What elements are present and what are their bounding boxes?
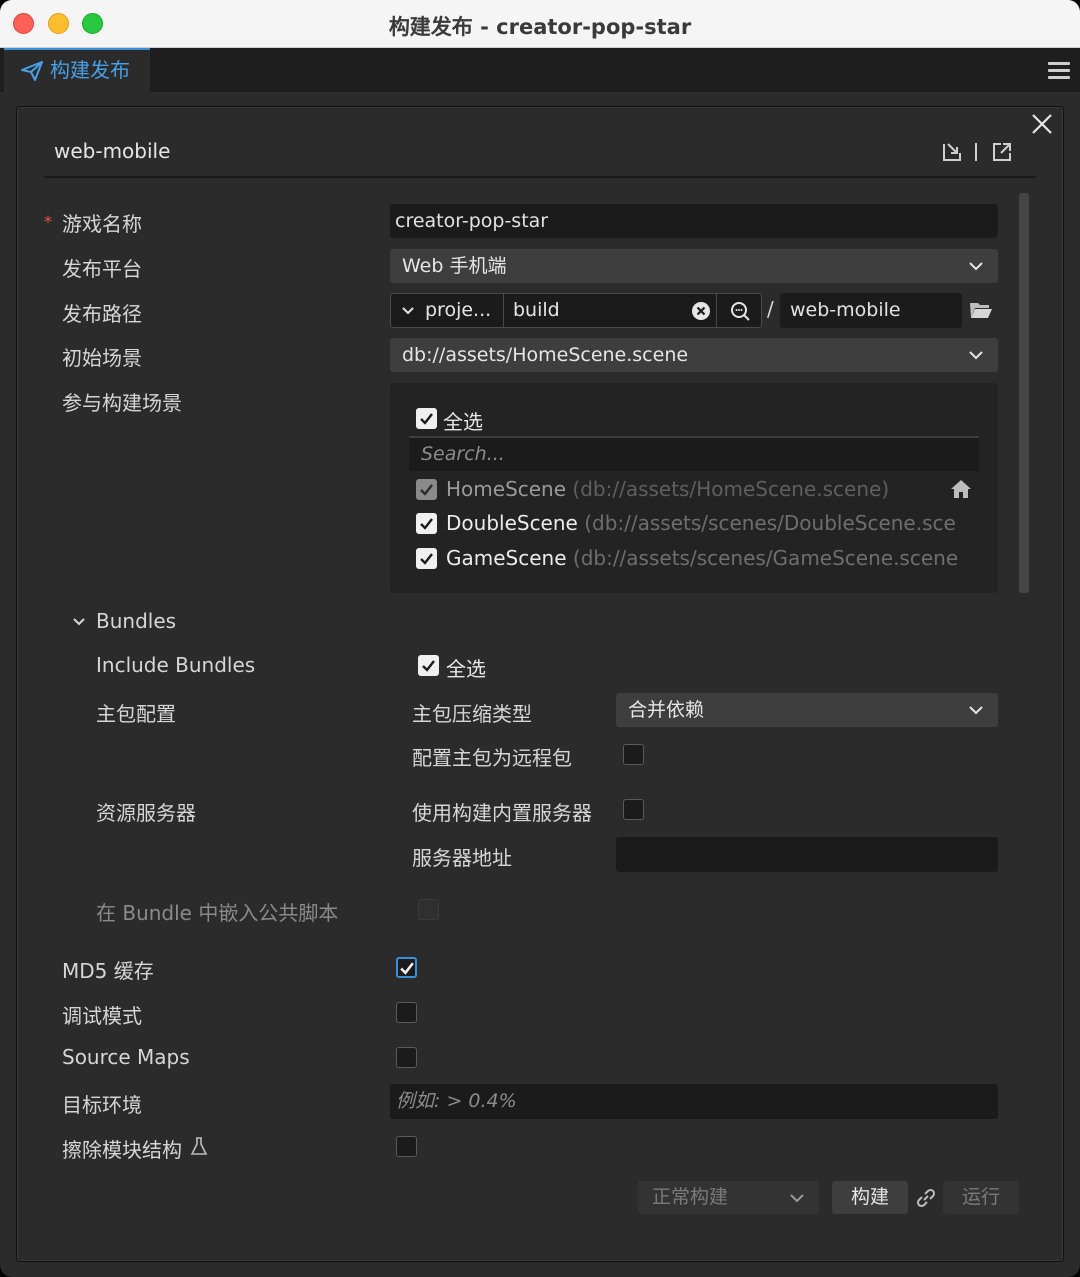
- required-marker: *: [44, 212, 52, 231]
- compress-type-value: 合并依赖: [628, 699, 705, 721]
- header-divider: [975, 143, 977, 161]
- checkmark-icon: [420, 413, 433, 425]
- start-scene-label: 初始场景: [62, 346, 142, 370]
- scene-path: (db://assets/scenes/DoubleScene.sce: [584, 511, 956, 535]
- checkmark-icon: [400, 962, 414, 975]
- compress-type-label: 主包压缩类型: [412, 702, 532, 726]
- scene-name: HomeScene: [446, 477, 567, 501]
- scene-path: (db://assets/scenes/GameScene.scene: [572, 546, 959, 570]
- start-scene-value: db://assets/HomeScene.scene: [402, 344, 689, 366]
- window-title: 构建发布 - creator-pop-star: [388, 15, 692, 39]
- scene-name: GameScene: [446, 546, 567, 570]
- md5-cache-label: MD5 缓存: [62, 959, 154, 983]
- platform-label: 发布平台: [62, 257, 142, 281]
- chevron-down-icon: [969, 706, 983, 715]
- checkmark-icon: [420, 484, 433, 496]
- scrollbar[interactable]: [1019, 193, 1029, 593]
- build-window: 构建发布 - creator-pop-star 构建发布 web-mobile …: [0, 0, 1080, 1277]
- menu-icon[interactable]: [1048, 62, 1070, 80]
- build-mode-value: 正常构建: [652, 1186, 729, 1208]
- path-separator: /: [767, 297, 774, 321]
- chevron-down-icon: [969, 262, 983, 271]
- scene-row: HomeScene (db://assets/HomeScene.scene): [446, 477, 889, 501]
- path-root-value: proje...: [425, 299, 492, 321]
- tab-label: 构建发布: [50, 58, 130, 82]
- compress-type-select[interactable]: 合并依赖: [616, 693, 998, 727]
- checkmark-icon: [420, 518, 433, 530]
- flask-icon: [190, 1137, 208, 1155]
- remote-bundle-label: 配置主包为远程包: [412, 746, 572, 770]
- link-icon[interactable]: [914, 1186, 938, 1210]
- scene-row[interactable]: GameScene (db://assets/scenes/GameScene.…: [446, 546, 958, 570]
- source-maps-label: Source Maps: [62, 1045, 190, 1069]
- platform-header: web-mobile: [54, 139, 171, 163]
- source-maps-checkbox[interactable]: [396, 1047, 417, 1068]
- scenes-select-all-checkbox[interactable]: [416, 408, 437, 429]
- scene-path: (db://assets/HomeScene.scene): [572, 477, 890, 501]
- chevron-down-icon: [969, 351, 983, 360]
- chevron-down-icon: [402, 307, 414, 315]
- scene-checkbox[interactable]: [416, 513, 437, 534]
- server-address-input[interactable]: [616, 837, 998, 872]
- scene-name: DoubleScene: [446, 511, 578, 535]
- scene-row[interactable]: DoubleScene (db://assets/scenes/DoubleSc…: [446, 511, 956, 535]
- embed-script-checkbox: [418, 899, 439, 920]
- asset-server-label: 资源服务器: [96, 801, 196, 825]
- debug-mode-checkbox[interactable]: [396, 1002, 417, 1023]
- include-bundles-select-all: 全选: [446, 657, 486, 681]
- run-button[interactable]: 运行: [943, 1181, 1019, 1214]
- build-path-label: 发布路径: [62, 302, 142, 326]
- md5-cache-checkbox[interactable]: [396, 957, 417, 978]
- scenes-select-all-label: 全选: [443, 410, 483, 434]
- search-icon: [731, 302, 750, 321]
- clear-icon[interactable]: [691, 301, 711, 321]
- erase-modules-label: 擦除模块结构: [62, 1138, 182, 1162]
- checkmark-icon: [422, 660, 435, 672]
- scene-checkbox: [416, 479, 437, 500]
- chevron-down-icon[interactable]: [72, 616, 86, 627]
- platform-select-value: Web 手机端: [402, 255, 507, 277]
- include-bundles-label: Include Bundles: [96, 653, 256, 677]
- include-bundles-checkbox[interactable]: [418, 655, 439, 676]
- path-subdir-input[interactable]: web-mobile: [780, 293, 962, 328]
- scene-checkbox[interactable]: [416, 548, 437, 569]
- home-icon: [951, 480, 971, 498]
- checkmark-icon: [420, 553, 433, 565]
- build-path-input: proje... build: [390, 293, 762, 328]
- path-dir-input[interactable]: build: [513, 294, 560, 327]
- debug-mode-label: 调试模式: [62, 1004, 142, 1028]
- close-icon[interactable]: [1030, 112, 1054, 136]
- game-name-input[interactable]: creator-pop-star: [390, 204, 998, 238]
- search-path-button[interactable]: [716, 294, 762, 327]
- folder-open-icon[interactable]: [969, 300, 993, 320]
- game-name-label: 游戏名称: [62, 212, 142, 236]
- title-bar: 构建发布 - creator-pop-star: [0, 0, 1080, 48]
- tab-build-publish[interactable]: 构建发布: [4, 48, 150, 92]
- embed-script-label: 在 Bundle 中嵌入公共脚本: [96, 901, 339, 925]
- server-address-label: 服务器地址: [412, 846, 512, 870]
- start-scene-select[interactable]: db://assets/HomeScene.scene: [390, 338, 998, 372]
- build-mode-select[interactable]: 正常构建: [638, 1181, 819, 1214]
- platform-select[interactable]: Web 手机端: [390, 249, 998, 283]
- export-icon[interactable]: [990, 140, 1014, 164]
- chevron-down-icon: [790, 1194, 804, 1203]
- import-icon[interactable]: [940, 140, 964, 164]
- send-icon: [21, 61, 43, 81]
- target-env-input[interactable]: 例如: > 0.4%: [390, 1084, 998, 1119]
- build-button[interactable]: 构建: [832, 1181, 908, 1214]
- header-separator: [44, 176, 1036, 178]
- builtin-server-checkbox[interactable]: [623, 799, 644, 820]
- bundles-section-toggle[interactable]: Bundles: [96, 609, 176, 633]
- scene-search-input[interactable]: Search...: [409, 436, 979, 471]
- tab-strip: 构建发布: [0, 48, 1080, 92]
- erase-modules-checkbox[interactable]: [396, 1136, 417, 1157]
- main-bundle-config-label: 主包配置: [96, 702, 176, 726]
- builtin-server-label: 使用构建内置服务器: [412, 801, 592, 825]
- remote-bundle-checkbox[interactable]: [623, 744, 644, 765]
- target-env-label: 目标环境: [62, 1093, 142, 1117]
- path-root-select[interactable]: proje...: [391, 294, 504, 327]
- build-scenes-label: 参与构建场景: [62, 391, 182, 415]
